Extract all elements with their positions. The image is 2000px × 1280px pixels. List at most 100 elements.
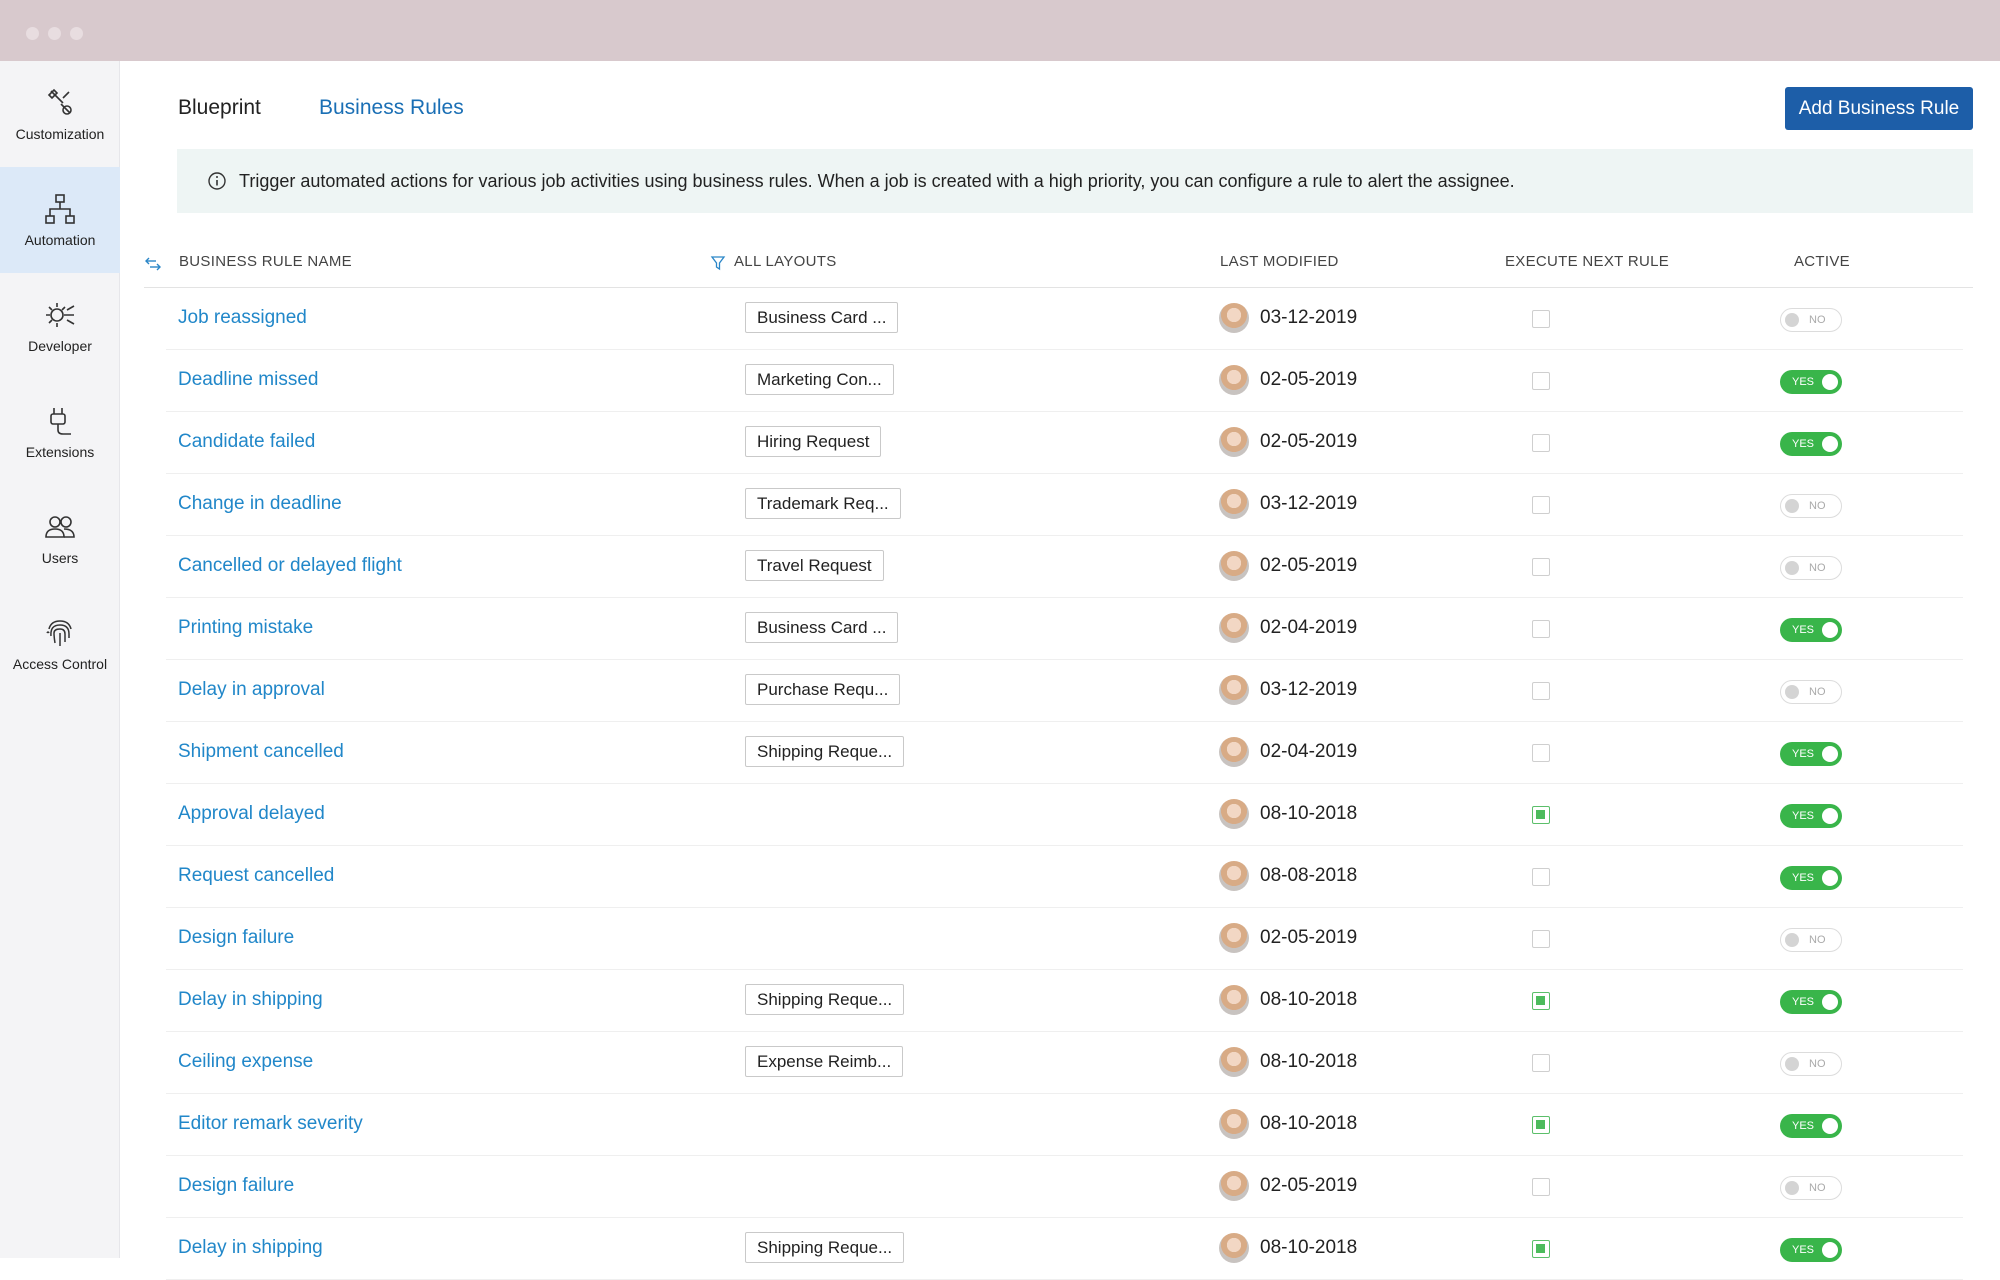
table-row: Change in deadline Trademark Req... 03-12-… — [166, 474, 1963, 536]
execute-next-checkbox[interactable] — [1532, 620, 1550, 638]
table-row: Design failure 02-05-2019 NO — [166, 908, 1963, 970]
rule-name-link[interactable]: Delay in shipping — [178, 1237, 323, 1259]
table-row: Ceiling expense Expense Reimb... 08-10-201… — [166, 1032, 1963, 1094]
execute-next-checkbox[interactable] — [1532, 1178, 1550, 1196]
last-modified-date: 02-04-2019 — [1260, 617, 1358, 638]
active-toggle-label: NO — [1809, 562, 1826, 574]
execute-next-checkbox[interactable] — [1532, 868, 1550, 886]
sidebar-item-label: Users — [41, 550, 79, 566]
sidebar-item-automation[interactable]: Automation — [0, 167, 120, 273]
active-toggle[interactable]: NO — [1780, 1052, 1842, 1076]
execute-next-checkbox[interactable] — [1532, 496, 1550, 514]
table-row: Request cancelled 08-08-2018 YES — [166, 846, 1963, 908]
rule-name-link[interactable]: Design failure — [178, 927, 294, 949]
tab-business-rules[interactable]: Business Rules — [319, 96, 464, 120]
active-toggle-label: NO — [1809, 686, 1826, 698]
active-toggle[interactable]: YES — [1780, 866, 1842, 890]
active-toggle[interactable]: YES — [1780, 1114, 1842, 1138]
layout-tag: Business Card ... — [745, 612, 899, 643]
window-close-dot[interactable] — [26, 27, 39, 40]
active-toggle[interactable]: YES — [1780, 990, 1842, 1014]
avatar — [1219, 799, 1249, 829]
active-toggle[interactable]: NO — [1780, 308, 1842, 332]
rule-name-link[interactable]: Delay in approval — [178, 679, 325, 701]
last-modified-date: 02-05-2019 — [1260, 431, 1358, 452]
execute-next-checkbox[interactable] — [1532, 1240, 1550, 1258]
sidebar-item-customization[interactable]: Customization — [0, 61, 120, 167]
last-modified-date: 02-05-2019 — [1260, 927, 1358, 948]
execute-next-checkbox[interactable] — [1532, 372, 1550, 390]
layout-tag: Business Card ... — [745, 302, 899, 333]
window-maximize-dot[interactable] — [70, 27, 83, 40]
rule-name-link[interactable]: Design failure — [178, 1175, 294, 1197]
table-row: Delay in shipping Shipping Reque... 08-10-… — [166, 970, 1963, 1032]
execute-next-checkbox[interactable] — [1532, 1116, 1550, 1134]
column-header-layouts[interactable]: ALL LAYOUTS — [734, 253, 837, 270]
execute-next-checkbox[interactable] — [1532, 930, 1550, 948]
rule-name-link[interactable]: Editor remark severity — [178, 1113, 363, 1135]
execute-next-checkbox[interactable] — [1532, 1054, 1550, 1072]
tab-blueprint[interactable]: Blueprint — [178, 96, 261, 120]
table-row: Job reassigned Business Card ... 03-12-201… — [166, 288, 1963, 350]
rule-name-link[interactable]: Deadline missed — [178, 369, 318, 391]
fingerprint-icon — [46, 620, 72, 646]
rule-name-link[interactable]: Ceiling expense — [178, 1051, 313, 1073]
execute-next-checkbox[interactable] — [1532, 558, 1550, 576]
active-toggle[interactable]: NO — [1780, 556, 1842, 580]
execute-next-checkbox[interactable] — [1532, 310, 1550, 328]
table-row: Editor remark severity 08-10-2018 YES — [166, 1094, 1963, 1156]
sidebar-item-label: Developer — [28, 338, 92, 354]
info-banner: Trigger automated actions for various jo… — [177, 149, 1973, 213]
sidebar-item-label: Extensions — [25, 444, 95, 460]
sidebar-item-users[interactable]: Users — [0, 485, 120, 591]
active-toggle-label: YES — [1792, 438, 1815, 450]
rule-name-link[interactable]: Job reassigned — [178, 307, 307, 329]
execute-next-checkbox[interactable] — [1532, 744, 1550, 762]
filter-icon[interactable] — [710, 255, 726, 271]
last-modified-date: 02-05-2019 — [1260, 555, 1358, 576]
active-toggle[interactable]: YES — [1780, 432, 1842, 456]
column-header-execute-next: EXECUTE NEXT RULE — [1505, 253, 1670, 270]
avatar — [1219, 985, 1249, 1015]
add-business-rule-button[interactable]: Add Business Rule — [1785, 87, 1973, 130]
rule-name-link[interactable]: Cancelled or delayed flight — [178, 555, 402, 577]
active-toggle[interactable]: NO — [1780, 1176, 1842, 1200]
execute-next-checkbox[interactable] — [1532, 682, 1550, 700]
rule-name-link[interactable]: Change in deadline — [178, 493, 342, 515]
active-toggle[interactable]: NO — [1780, 680, 1842, 704]
window-minimize-dot[interactable] — [48, 27, 61, 40]
active-toggle[interactable]: YES — [1780, 804, 1842, 828]
active-toggle-label: NO — [1809, 314, 1826, 326]
rule-name-link[interactable]: Approval delayed — [178, 803, 325, 825]
active-toggle[interactable]: NO — [1780, 494, 1842, 518]
last-modified-date: 08-10-2018 — [1260, 1051, 1358, 1072]
rule-name-link[interactable]: Printing mistake — [178, 617, 313, 639]
reorder-icon[interactable] — [144, 255, 162, 273]
rule-name-link[interactable]: Shipment cancelled — [178, 741, 344, 763]
developer-icon — [46, 303, 75, 327]
execute-next-checkbox[interactable] — [1532, 434, 1550, 452]
active-toggle[interactable]: YES — [1780, 618, 1842, 642]
rule-name-link[interactable]: Request cancelled — [178, 865, 334, 887]
active-toggle[interactable]: YES — [1780, 742, 1842, 766]
sidebar-item-access-control[interactable]: Access Control — [0, 591, 120, 697]
active-toggle[interactable]: YES — [1780, 370, 1842, 394]
info-text: Trigger automated actions for various jo… — [239, 170, 1515, 191]
layout-tag: Shipping Reque... — [745, 736, 905, 767]
active-toggle[interactable]: NO — [1780, 928, 1842, 952]
sidebar-item-extensions[interactable]: Extensions — [0, 379, 120, 485]
execute-next-checkbox[interactable] — [1532, 806, 1550, 824]
sidebar-item-label: Customization — [15, 126, 105, 142]
column-header-name: BUSINESS RULE NAME — [179, 253, 352, 270]
rule-name-link[interactable]: Delay in shipping — [178, 989, 323, 1011]
avatar — [1219, 861, 1249, 891]
layout-tag: Shipping Reque... — [745, 1232, 905, 1263]
execute-next-checkbox[interactable] — [1532, 992, 1550, 1010]
active-toggle[interactable]: YES — [1780, 1238, 1842, 1262]
avatar — [1219, 613, 1249, 643]
table-row: Printing mistake Business Card ... 02-04-2… — [166, 598, 1963, 660]
rule-name-link[interactable]: Candidate failed — [178, 431, 315, 453]
layout-tag: Trademark Req... — [745, 488, 901, 519]
layout-tag: Shipping Reque... — [745, 984, 905, 1015]
sidebar-item-developer[interactable]: Developer — [0, 273, 120, 379]
